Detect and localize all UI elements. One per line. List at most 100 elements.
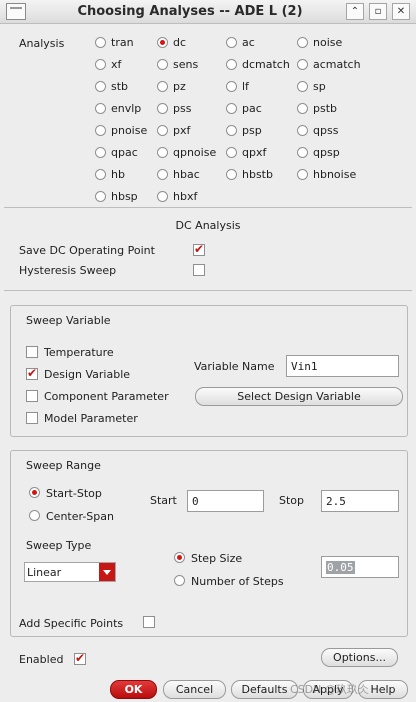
center-span-radio[interactable]: [29, 510, 40, 521]
variable-name-input[interactable]: Vin1: [286, 355, 399, 377]
analysis-stb-radio[interactable]: [95, 81, 106, 92]
analysis-hb-radio[interactable]: [95, 169, 106, 180]
design-variable-checkbox[interactable]: [26, 366, 38, 380]
start-input[interactable]: 0: [187, 490, 264, 512]
options-button[interactable]: Options...: [321, 648, 398, 667]
window-title: Choosing Analyses -- ADE L (2): [77, 4, 303, 19]
analysis-sp-radio[interactable]: [297, 81, 308, 92]
analysis-pac-label: pac: [242, 102, 262, 115]
step-size-input[interactable]: 0.05: [321, 556, 399, 578]
analysis-xf-radio[interactable]: [95, 59, 106, 70]
analysis-dcmatch-radio[interactable]: [226, 59, 237, 70]
analysis-label: Analysis: [19, 37, 65, 50]
analysis-ac-label: ac: [242, 36, 255, 49]
watermark: CSDN @玖玖仌: [290, 683, 369, 696]
analysis-hbnoise-radio[interactable]: [297, 169, 308, 180]
analysis-dcmatch-label: dcmatch: [242, 58, 290, 71]
analysis-hbxf-radio[interactable]: [157, 191, 168, 202]
analysis-envlp-radio[interactable]: [95, 103, 106, 114]
analysis-hbac-radio[interactable]: [157, 169, 168, 180]
analysis-tran-label: tran: [111, 36, 134, 49]
enabled-checkbox[interactable]: [74, 651, 86, 665]
analysis-qpsp-radio[interactable]: [297, 147, 308, 158]
analysis-sp-label: sp: [313, 80, 326, 93]
analysis-noise-label: noise: [313, 36, 343, 49]
analysis-qpnoise-radio[interactable]: [157, 147, 168, 158]
analysis-qpxf-label: qpxf: [242, 146, 267, 159]
analysis-hbstb-label: hbstb: [242, 168, 273, 181]
model-parameter-label: Model Parameter: [44, 412, 138, 425]
analysis-pss-label: pss: [173, 102, 192, 115]
analysis-hbstb-radio[interactable]: [226, 169, 237, 180]
analysis-pac-radio[interactable]: [226, 103, 237, 114]
analysis-pstb-radio[interactable]: [297, 103, 308, 114]
start-label: Start: [150, 494, 177, 507]
maximize-window-icon[interactable]: ▫: [369, 3, 387, 20]
model-parameter-checkbox[interactable]: [26, 412, 38, 424]
analysis-hbsp-radio[interactable]: [95, 191, 106, 202]
enabled-label: Enabled: [19, 653, 64, 666]
analysis-stb-label: stb: [111, 80, 129, 93]
temperature-checkbox[interactable]: [26, 346, 38, 358]
close-window-icon[interactable]: ✕: [392, 3, 410, 20]
component-parameter-checkbox[interactable]: [26, 390, 38, 402]
analysis-xf-label: xf: [111, 58, 122, 71]
analysis-qpac-label: qpac: [111, 146, 138, 159]
analysis-sens-radio[interactable]: [157, 59, 168, 70]
design-variable-label: Design Variable: [44, 368, 131, 381]
analysis-psp-radio[interactable]: [226, 125, 237, 136]
analysis-acmatch-label: acmatch: [313, 58, 361, 71]
analysis-hbxf-label: hbxf: [173, 190, 198, 203]
analysis-noise-radio[interactable]: [297, 37, 308, 48]
analysis-dc-radio[interactable]: [157, 37, 168, 48]
analysis-qpss-label: qpss: [313, 124, 339, 137]
save-dc-op-label: Save DC Operating Point: [19, 244, 155, 257]
component-parameter-label: Component Parameter: [44, 390, 169, 403]
analysis-pnoise-label: pnoise: [111, 124, 148, 137]
hysteresis-sweep-checkbox[interactable]: [193, 264, 205, 276]
center-span-label: Center-Span: [46, 510, 114, 523]
add-specific-points-checkbox[interactable]: [143, 616, 155, 628]
sweep-variable-title: Sweep Variable: [26, 314, 111, 327]
analysis-acmatch-radio[interactable]: [297, 59, 308, 70]
stop-input[interactable]: 2.5: [321, 490, 399, 512]
add-specific-points-label: Add Specific Points: [19, 617, 124, 630]
analysis-sens-label: sens: [173, 58, 199, 71]
shade-window-icon[interactable]: ⌃: [346, 3, 364, 20]
divider: [4, 290, 412, 291]
analysis-pz-radio[interactable]: [157, 81, 168, 92]
analysis-pss-radio[interactable]: [157, 103, 168, 114]
analysis-pxf-radio[interactable]: [157, 125, 168, 136]
sweep-range-title: Sweep Range: [26, 459, 101, 472]
analysis-ac-radio[interactable]: [226, 37, 237, 48]
analysis-envlp-label: envlp: [111, 102, 142, 115]
analysis-lf-radio[interactable]: [226, 81, 237, 92]
temperature-label: Temperature: [44, 346, 114, 359]
step-size-radio[interactable]: [174, 552, 185, 563]
select-design-variable-button[interactable]: Select Design Variable: [195, 387, 403, 406]
stop-label: Stop: [279, 494, 305, 507]
number-of-steps-label: Number of Steps: [191, 575, 284, 588]
start-stop-radio[interactable]: [29, 487, 40, 498]
start-stop-label: Start-Stop: [46, 487, 102, 500]
analysis-qpxf-radio[interactable]: [226, 147, 237, 158]
cancel-button[interactable]: Cancel: [163, 680, 226, 699]
analysis-dc-label: dc: [173, 36, 187, 49]
analysis-pz-label: pz: [173, 80, 186, 93]
analysis-pnoise-radio[interactable]: [95, 125, 106, 136]
analysis-hbsp-label: hbsp: [111, 190, 138, 203]
defaults-button[interactable]: Defaults: [231, 680, 298, 699]
analysis-tran-radio[interactable]: [95, 37, 106, 48]
app-menu-icon[interactable]: [6, 3, 26, 20]
analysis-lf-label: lf: [242, 80, 249, 93]
sweep-type-select[interactable]: Linear: [24, 562, 116, 582]
analysis-hbac-label: hbac: [173, 168, 200, 181]
step-size-value: 0.05: [326, 561, 355, 574]
analysis-qpss-radio[interactable]: [297, 125, 308, 136]
save-dc-op-checkbox[interactable]: [193, 242, 205, 256]
step-size-label: Step Size: [191, 552, 243, 565]
analysis-qpac-radio[interactable]: [95, 147, 106, 158]
number-of-steps-radio[interactable]: [174, 575, 185, 586]
ok-button[interactable]: OK: [110, 680, 157, 699]
analysis-hb-label: hb: [111, 168, 125, 181]
